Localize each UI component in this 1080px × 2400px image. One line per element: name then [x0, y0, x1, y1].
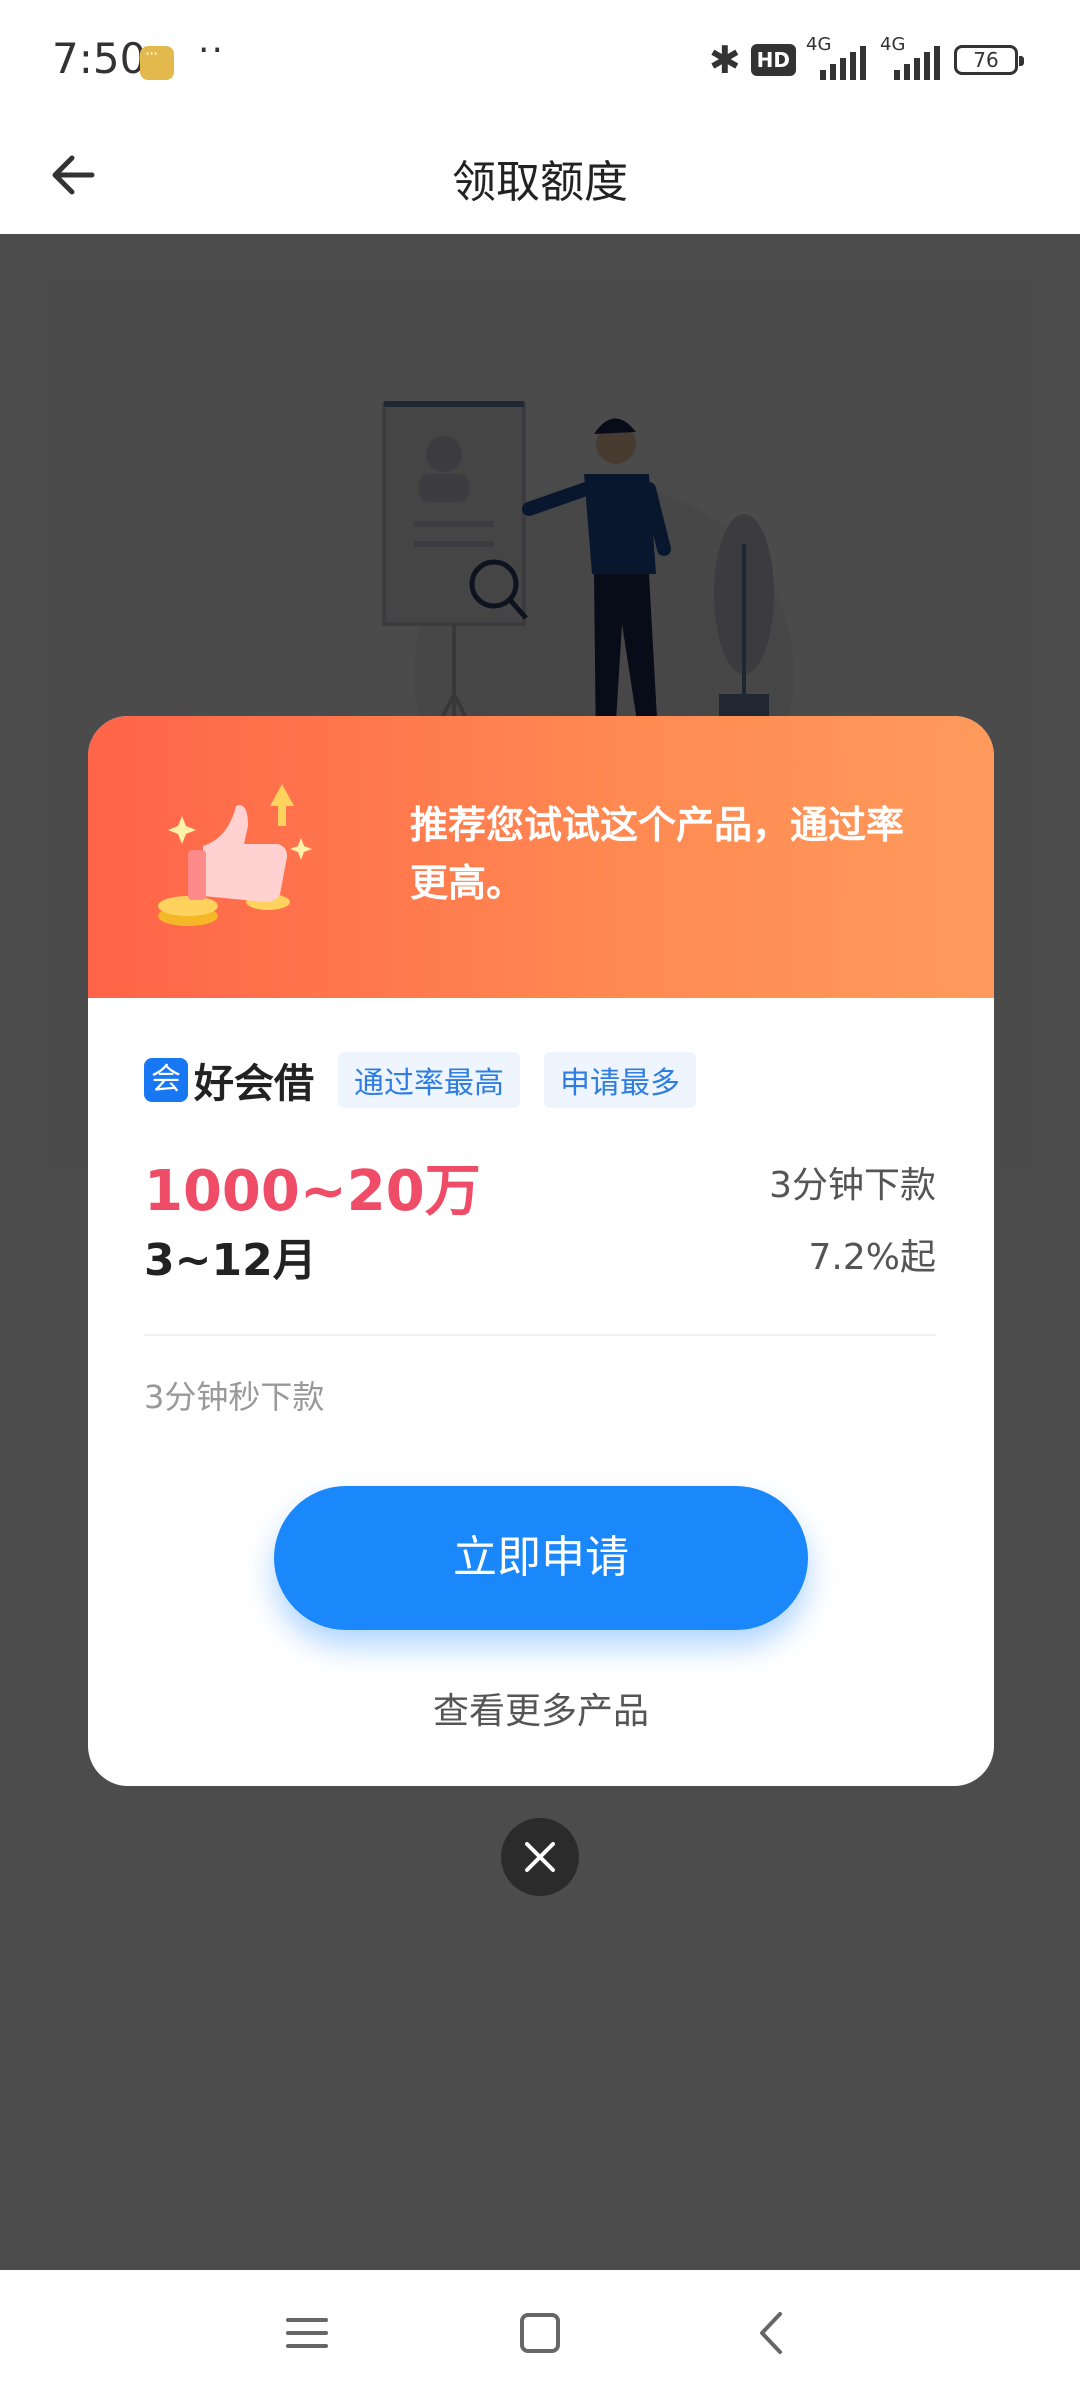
tag-highest-pass-rate: 通过率最高 — [338, 1052, 520, 1108]
signal-icon: 4G — [880, 34, 944, 80]
modal-header: 推荐您试试这个产品，通过率更高。 — [88, 716, 994, 998]
menu-icon — [286, 2318, 328, 2348]
recommendation-modal: 推荐您试试这个产品，通过率更高。 会 好会借 通过率最高 申请最多 1000~2… — [88, 716, 994, 1786]
hd-badge: HD — [750, 44, 796, 76]
divider — [144, 1334, 936, 1336]
product-row: 会 好会借 通过率最高 申请最多 — [144, 1052, 696, 1108]
amount-range: 1000~20万 — [144, 1159, 481, 1224]
view-more-products-link[interactable]: 查看更多产品 — [88, 1682, 994, 1734]
chevron-left-icon — [760, 2312, 782, 2354]
battery-icon: 76 — [954, 45, 1024, 75]
nav-menu-button[interactable] — [272, 2298, 342, 2368]
battery-level: 76 — [973, 48, 999, 72]
message-app-icon — [140, 44, 174, 80]
system-nav-bar — [0, 2270, 1080, 2400]
haohuijie-logo-icon: 会 — [144, 1058, 188, 1102]
recommend-text: 推荐您试试这个产品，通过率更高。 — [410, 803, 905, 905]
nav-home-button[interactable] — [505, 2298, 575, 2368]
disbursement-speed: 3分钟下款 — [769, 1165, 936, 1206]
product-name: 好会借 — [194, 1061, 314, 1107]
loan-term: 3~12月 — [144, 1235, 317, 1286]
signal-icon: 4G — [806, 34, 870, 80]
interest-rate: 7.2%起 — [808, 1237, 936, 1278]
status-dots: ·· — [198, 30, 225, 71]
status-bar: 7:50 ·· ✱ HD 4G 4G 76 — [0, 0, 1080, 120]
thumbs-up-icon — [158, 784, 312, 926]
apply-now-button[interactable]: 立即申请 — [274, 1486, 808, 1630]
square-home-icon — [520, 2313, 560, 2353]
page-title: 领取额度 — [452, 157, 628, 208]
status-indicators: ✱ HD 4G 4G 76 — [708, 34, 1024, 82]
status-time: 7:50 — [52, 34, 147, 83]
close-icon — [525, 1842, 555, 1872]
close-modal-button[interactable] — [501, 1818, 579, 1896]
nav-back-button[interactable] — [738, 2298, 808, 2368]
bluetooth-icon: ✱ — [708, 38, 741, 82]
app-header: 领取额度 — [0, 120, 1080, 234]
tag-most-applications: 申请最多 — [544, 1052, 696, 1108]
product-feature: 3分钟秒下款 — [144, 1378, 325, 1416]
